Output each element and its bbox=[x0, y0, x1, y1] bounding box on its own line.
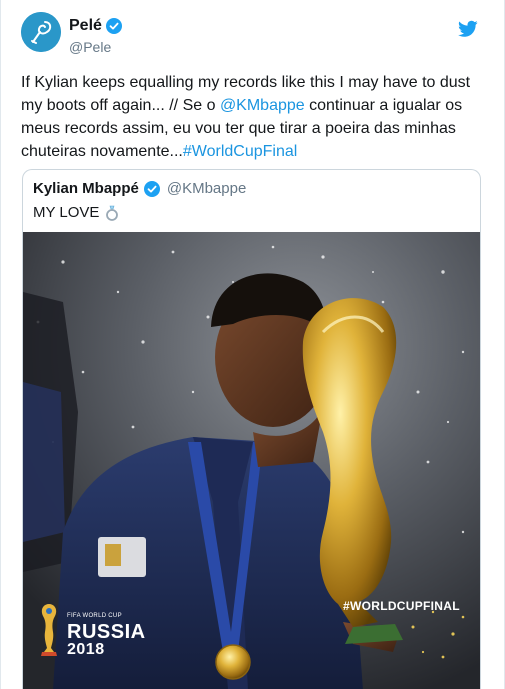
hashtag-link[interactable]: #WorldCupFinal bbox=[183, 143, 297, 160]
verified-badge-icon bbox=[105, 18, 122, 34]
mention-link[interactable]: @KMbappe bbox=[220, 97, 305, 114]
author-handle[interactable]: @Pele bbox=[69, 39, 111, 55]
logo-country-text: RUSSIA bbox=[67, 621, 146, 643]
logo-year-text: 2018 bbox=[67, 641, 105, 658]
author-name[interactable]: Pelé bbox=[69, 17, 122, 35]
quoted-author-handle[interactable]: @KMbappe bbox=[167, 180, 246, 197]
twitter-bird-icon[interactable] bbox=[458, 20, 478, 38]
logo-tournament-text: FIFA WORLD CUP bbox=[67, 613, 122, 619]
quoted-tweet-text: MY LOVE bbox=[33, 204, 119, 221]
photo-hashtag-overlay: #WORLDCUPFINAL bbox=[343, 599, 460, 613]
world-cup-logo: FIFA WORLD CUP RUSSIA 2018 bbox=[37, 602, 146, 658]
pele-logo-icon bbox=[21, 12, 61, 52]
verified-badge-icon bbox=[143, 180, 160, 197]
author-avatar[interactable] bbox=[21, 12, 61, 52]
world-cup-trophy-emblem-icon bbox=[37, 602, 61, 658]
quoted-author-name[interactable]: Kylian Mbappé bbox=[33, 180, 139, 197]
quoted-text: MY LOVE bbox=[33, 204, 100, 221]
embedded-tweet: Pelé @Pele If Kylian keeps equalling my … bbox=[0, 0, 505, 689]
tweet-text: If Kylian keeps equalling my records lik… bbox=[21, 71, 491, 163]
ring-icon bbox=[105, 205, 119, 221]
author-name-text[interactable]: Pelé bbox=[69, 17, 102, 35]
quoted-tweet-header: Kylian Mbappé @KMbappe bbox=[33, 180, 246, 197]
quoted-tweet[interactable]: Kylian Mbappé @KMbappe MY LOVE #WORLDCUP… bbox=[22, 169, 481, 689]
quoted-photo[interactable]: #WORLDCUPFINAL FIFA WORLD CUP RUSSIA 201… bbox=[23, 232, 480, 689]
